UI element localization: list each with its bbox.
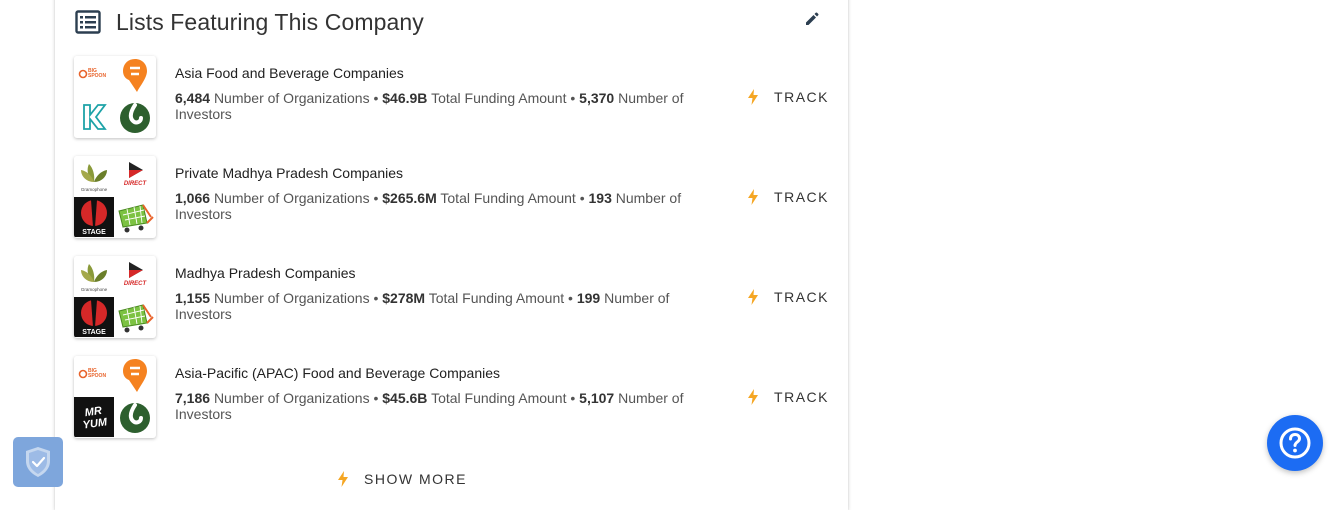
list-stats: 7,186 Number of Organizations • $45.6B T… xyxy=(175,390,684,422)
direct-text: DIRECT xyxy=(124,281,148,287)
big-spoon-text-2: SPOON xyxy=(88,73,106,79)
cart-logo xyxy=(115,197,155,237)
lightning-bolt-icon xyxy=(748,289,759,305)
list-title-link[interactable]: Private Madhya Pradesh Companies xyxy=(175,165,403,181)
track-button[interactable]: TRACK xyxy=(747,86,829,108)
track-button[interactable]: TRACK xyxy=(747,386,829,408)
green-swirl-logo xyxy=(115,97,155,137)
lightning-bolt-icon xyxy=(748,189,759,205)
list-stats: 1,066 Number of Organizations • $265.6M … xyxy=(175,190,682,222)
list-title-link[interactable]: Asia Food and Beverage Companies xyxy=(175,65,404,81)
help-button[interactable] xyxy=(1267,415,1323,471)
gramophone-text: Gramophone xyxy=(81,287,108,292)
list-logo-grid[interactable]: Gramophone DIRECT STAGE xyxy=(74,256,156,338)
stage-logo: STAGE xyxy=(74,297,114,337)
list-item: BIG SPOON Asia Food and Beverage Compani… xyxy=(74,56,829,138)
track-label: TRACK xyxy=(774,89,829,105)
swiggy-logo xyxy=(115,356,155,396)
shield-check-icon xyxy=(26,447,50,477)
stage-text: STAGE xyxy=(82,329,106,336)
big-spoon-text-2: SPOON xyxy=(88,373,106,379)
lightning-bolt-icon xyxy=(748,389,759,405)
list-item: Gramophone DIRECT STAGE xyxy=(74,156,829,238)
list-title-link[interactable]: Asia-Pacific (APAC) Food and Beverage Co… xyxy=(175,365,500,381)
list-logo-grid[interactable]: BIG SPOON xyxy=(74,56,156,138)
k-logo xyxy=(74,97,114,137)
show-more-label: SHOW MORE xyxy=(364,471,467,487)
swiggy-logo xyxy=(115,56,155,96)
list-logo-grid[interactable]: BIG SPOON MR YUM xyxy=(74,356,156,438)
list-icon xyxy=(75,10,101,34)
direct-logo: DIRECT xyxy=(115,156,155,196)
edit-pencil-icon[interactable] xyxy=(804,11,820,27)
card-title: Lists Featuring This Company xyxy=(116,8,424,35)
track-button[interactable]: TRACK xyxy=(747,286,829,308)
track-label: TRACK xyxy=(774,289,829,305)
question-mark-icon xyxy=(1279,427,1311,459)
green-swirl-logo xyxy=(115,397,155,437)
gramophone-logo: Gramophone xyxy=(74,256,114,296)
card-header: Lists Featuring This Company xyxy=(75,4,424,40)
privacy-shield-button[interactable] xyxy=(13,437,63,487)
direct-text: DIRECT xyxy=(124,181,148,187)
stage-text: STAGE xyxy=(82,229,106,236)
direct-logo: DIRECT xyxy=(115,256,155,296)
stage-logo: STAGE xyxy=(74,197,114,237)
mr-yum-logo: MR YUM xyxy=(74,397,114,437)
show-more-button[interactable]: SHOW MORE xyxy=(337,471,467,487)
list-logo-grid[interactable]: Gramophone DIRECT STAGE xyxy=(74,156,156,238)
list-item: BIG SPOON MR YUM Asia-Pacific (APAC) Foo… xyxy=(74,356,829,438)
big-spoon-logo: BIG SPOON xyxy=(74,56,114,96)
list-stats: 1,155 Number of Organizations • $278M To… xyxy=(175,290,670,322)
mr-yum-text-2: YUM xyxy=(82,416,109,431)
track-label: TRACK xyxy=(774,389,829,405)
list-stats: 6,484 Number of Organizations • $46.9B T… xyxy=(175,90,684,122)
list-title-link[interactable]: Madhya Pradesh Companies xyxy=(175,265,356,281)
lightning-bolt-icon xyxy=(748,89,759,105)
cart-logo xyxy=(115,297,155,337)
lightning-bolt-icon xyxy=(338,471,348,487)
gramophone-text: Gramophone xyxy=(81,187,108,192)
list-item: Gramophone DIRECT STAGE xyxy=(74,256,829,338)
lists-featuring-card: Lists Featuring This Company BIG SPOON A… xyxy=(55,0,848,510)
track-button[interactable]: TRACK xyxy=(747,186,829,208)
gramophone-logo: Gramophone xyxy=(74,156,114,196)
track-label: TRACK xyxy=(774,189,829,205)
big-spoon-logo: BIG SPOON xyxy=(74,356,114,396)
